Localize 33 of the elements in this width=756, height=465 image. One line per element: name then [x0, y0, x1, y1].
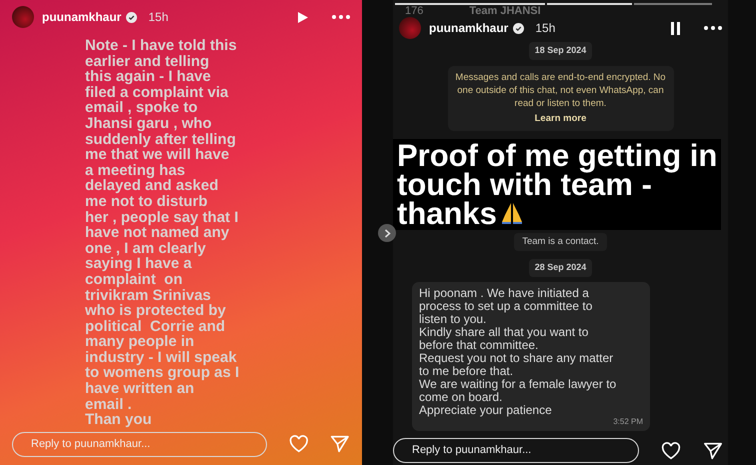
username[interactable]: puunamkhaur [429, 19, 508, 37]
play-icon[interactable] [297, 10, 309, 24]
more-icon[interactable] [704, 26, 722, 30]
date-chip: 28 Sep 2024 [528, 259, 592, 276]
date-chip: 18 Sep 2024 [528, 42, 592, 60]
post-time: 15h [148, 9, 168, 26]
avatar[interactable] [12, 6, 34, 28]
chevron-right-icon [384, 228, 390, 238]
message-line: to me before that. [419, 364, 514, 378]
story-note: Note - I have told this earlier and telling this again - I have filed a complaint via email , spoke to Jhansi garu , who suddenly after telling me that we will have a meeting has delayed and asked me not to disturb her , people say that I have not named any one , I am clearly saying I have a complaint on trivikram Srinivas who is protected by political Corrie and many people in industry - I will speak to womens group as I have written an email . Than you [85, 38, 240, 428]
message-line: listen to you. [419, 312, 486, 326]
username[interactable]: puunamkhaur [42, 8, 122, 26]
next-story-button[interactable] [378, 224, 396, 242]
reply-field[interactable]: Reply to puunamkhaur... [393, 438, 639, 463]
notice-text: Messages and calls are end-to-end encrypted. No one outside of this chat, not even WhatsApp, can read or listen to them. [454, 70, 667, 110]
message-line: Appreciate your patience [419, 404, 552, 416]
message-line: before that committee. [419, 338, 538, 352]
send-icon[interactable] [703, 442, 723, 460]
message-line: process to set up a committee to [419, 300, 592, 312]
message-time: 3:52 PM [613, 416, 643, 426]
contact-name: Team JHANSI [469, 4, 541, 20]
pause-icon[interactable] [670, 22, 681, 34]
message-line: Hi poonam . We have initiated a [419, 286, 589, 300]
heart-icon[interactable] [661, 442, 681, 460]
message-line: Request you not to share any matter [419, 352, 614, 364]
back-count[interactable]: 176 [405, 3, 424, 20]
message-line: Kindly share all that you want to [419, 326, 588, 338]
system-message: Team is a contact. [514, 232, 607, 251]
post-time: 15h [535, 20, 556, 37]
learn-more-link[interactable]: Learn more [534, 112, 586, 126]
story-caption: Proof of me getting in touch with team - thanks [393, 138, 722, 230]
message-line: come on board. [419, 390, 502, 404]
message-line: We are waiting for a female lawyer to [419, 378, 616, 390]
